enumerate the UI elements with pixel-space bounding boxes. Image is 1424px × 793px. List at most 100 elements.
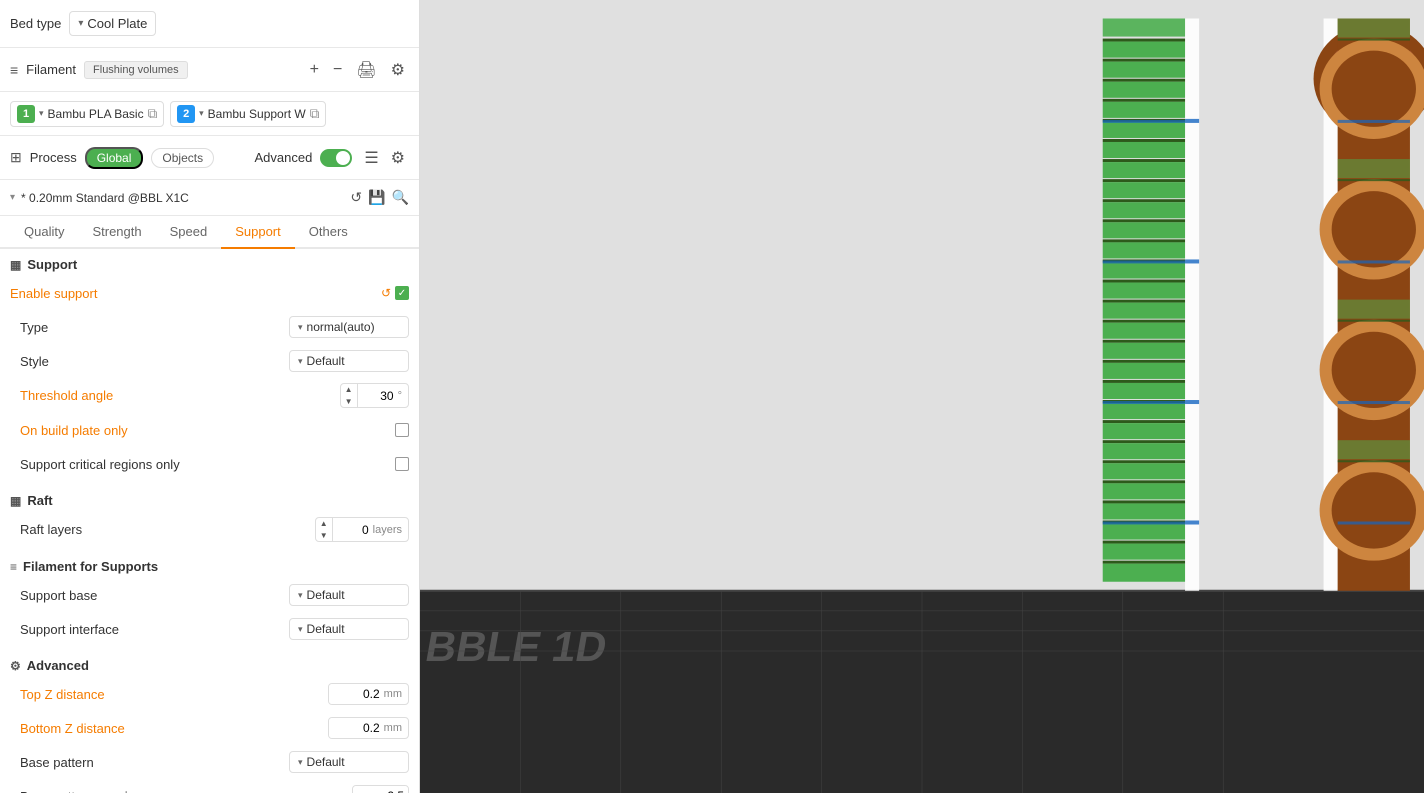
enable-support-checkbox[interactable]: ✓: [395, 286, 409, 300]
style-dropdown-arrow: ▾: [298, 356, 303, 367]
add-filament-button[interactable]: +: [306, 59, 323, 81]
base-pattern-dropdown[interactable]: ▾ Default: [289, 751, 409, 773]
tab-strength[interactable]: Strength: [78, 216, 155, 249]
filament-actions: + − 🖨 ⚙: [306, 58, 409, 82]
enable-support-control: ↺ ✓: [381, 286, 409, 300]
undo-preset-button[interactable]: ↺: [350, 189, 362, 206]
tab-global-button[interactable]: Global: [85, 147, 144, 169]
bottom-z-row: Bottom Z distance mm: [0, 711, 419, 745]
search-preset-button[interactable]: 🔍: [392, 189, 409, 206]
support-base-control: ▾ Default: [289, 584, 409, 606]
type-dropdown-arrow: ▾: [298, 322, 303, 333]
bottom-z-input[interactable]: [329, 718, 384, 738]
base-pattern-arrow: ▾: [298, 757, 303, 768]
filament-supports-title: Filament for Supports: [23, 559, 158, 574]
threshold-row: Threshold angle ▲ ▼ °: [0, 378, 419, 413]
panel-content: ▦ Support Enable support ↺ ✓ Type ▾ norm…: [0, 249, 419, 793]
base-pattern-value: Default: [307, 755, 345, 769]
tab-quality[interactable]: Quality: [10, 216, 78, 249]
base-pattern-spacing-control: [352, 785, 409, 793]
bottom-z-label: Bottom Z distance: [20, 721, 328, 736]
type-dropdown[interactable]: ▾ normal(auto): [289, 316, 409, 338]
raft-section-icon: ▦: [10, 494, 21, 508]
critical-regions-checkbox[interactable]: [395, 457, 409, 471]
bottom-z-input-wrap: mm: [328, 717, 409, 739]
filament-label: Filament: [26, 62, 76, 77]
tab-objects-button[interactable]: Objects: [151, 148, 214, 168]
support-interface-arrow: ▾: [298, 624, 303, 635]
process-list-button[interactable]: ☰: [360, 146, 382, 170]
base-pattern-spacing-label: Base pattern spacing: [20, 789, 352, 793]
critical-regions-label: Support critical regions only: [20, 457, 395, 472]
raft-layers-label: Raft layers: [20, 522, 315, 537]
process-label: Process: [30, 150, 77, 165]
slot-2-ext-button[interactable]: ⧉: [310, 106, 320, 122]
tabs-bar: Quality Strength Speed Support Others: [0, 216, 419, 249]
threshold-down-button[interactable]: ▼: [341, 396, 357, 408]
bed-type-arrow: ▾: [78, 18, 83, 29]
style-row: Style ▾ Default: [0, 344, 419, 378]
base-pattern-label: Base pattern: [20, 755, 289, 770]
support-base-row: Support base ▾ Default: [0, 578, 419, 612]
raft-layers-up-button[interactable]: ▲: [316, 518, 332, 530]
support-base-dropdown[interactable]: ▾ Default: [289, 584, 409, 606]
threshold-up-button[interactable]: ▲: [341, 384, 357, 396]
threshold-input-wrap: ▲ ▼ °: [340, 383, 409, 408]
tab-support[interactable]: Support: [221, 216, 295, 249]
type-label: Type: [20, 320, 289, 335]
bed-type-label: Bed type: [10, 16, 61, 31]
top-z-input-wrap: mm: [328, 683, 409, 705]
remove-filament-button[interactable]: −: [329, 59, 346, 81]
preset-select[interactable]: * 0.20mm Standard @BBL X1C: [21, 191, 344, 205]
base-pattern-spacing-wrap: [352, 785, 409, 793]
bed-type-bar: Bed type ▾ Cool Plate: [0, 0, 419, 48]
slot-1-ext-button[interactable]: ⧉: [148, 106, 158, 122]
raft-layers-row: Raft layers ▲ ▼ layers: [0, 512, 419, 547]
viewport: ▐▌ expanded part is too thin BBLE 1D: [420, 0, 1424, 793]
bottom-z-control: mm: [328, 717, 409, 739]
save-preset-button[interactable]: 💾: [368, 189, 385, 206]
enable-support-row: Enable support ↺ ✓: [0, 276, 419, 310]
slot-2-name: Bambu Support W: [208, 107, 306, 121]
base-pattern-spacing-input[interactable]: [353, 786, 408, 793]
base-pattern-row: Base pattern ▾ Default: [0, 745, 419, 779]
raft-layers-down-button[interactable]: ▼: [316, 530, 332, 542]
filament-slot-2[interactable]: 2 ▾ Bambu Support W ⧉: [170, 101, 326, 127]
top-z-input[interactable]: [329, 684, 384, 704]
style-dropdown[interactable]: ▾ Default: [289, 350, 409, 372]
advanced-toggle[interactable]: [320, 149, 352, 167]
top-z-unit: mm: [384, 688, 408, 700]
support-interface-dropdown[interactable]: ▾ Default: [289, 618, 409, 640]
threshold-control: ▲ ▼ °: [340, 383, 409, 408]
print-filament-button[interactable]: 🖨: [352, 58, 380, 82]
raft-layers-input-wrap: ▲ ▼ layers: [315, 517, 409, 542]
advanced-process-label: Advanced: [254, 150, 312, 165]
on-build-plate-checkbox[interactable]: [395, 423, 409, 437]
top-z-row: Top Z distance mm: [0, 677, 419, 711]
flushing-volumes-button[interactable]: Flushing volumes: [84, 61, 188, 79]
advanced-section-title: Advanced: [27, 658, 89, 673]
process-bar: ⊞ Process Global Objects Advanced ☰ ⚙: [0, 136, 419, 180]
filament-slot-1[interactable]: 1 ▾ Bambu PLA Basic ⧉: [10, 101, 164, 127]
tab-others[interactable]: Others: [295, 216, 362, 249]
preset-actions: ↺ 💾 🔍: [350, 189, 409, 206]
threshold-unit: °: [398, 390, 408, 402]
raft-layers-input[interactable]: [333, 520, 373, 540]
tab-speed[interactable]: Speed: [156, 216, 222, 249]
raft-layers-control: ▲ ▼ layers: [315, 517, 409, 542]
support-interface-row: Support interface ▾ Default: [0, 612, 419, 646]
process-settings-button[interactable]: ⚙: [387, 146, 409, 170]
slot-2-arrow: ▾: [199, 108, 204, 119]
threshold-input[interactable]: [358, 386, 398, 406]
enable-support-label: Enable support: [10, 286, 381, 301]
type-value: normal(auto): [307, 320, 375, 334]
bed-type-select[interactable]: ▾ Cool Plate: [69, 11, 156, 36]
enable-support-reset[interactable]: ↺: [381, 286, 391, 300]
raft-section-title: Raft: [27, 493, 52, 508]
support-section-icon: ▦: [10, 258, 21, 272]
on-build-plate-label: On build plate only: [20, 423, 395, 438]
support-interface-value: Default: [307, 622, 345, 636]
settings-filament-button[interactable]: ⚙: [387, 58, 409, 82]
support-base-arrow: ▾: [298, 590, 303, 601]
slot-1-name: Bambu PLA Basic: [48, 107, 144, 121]
